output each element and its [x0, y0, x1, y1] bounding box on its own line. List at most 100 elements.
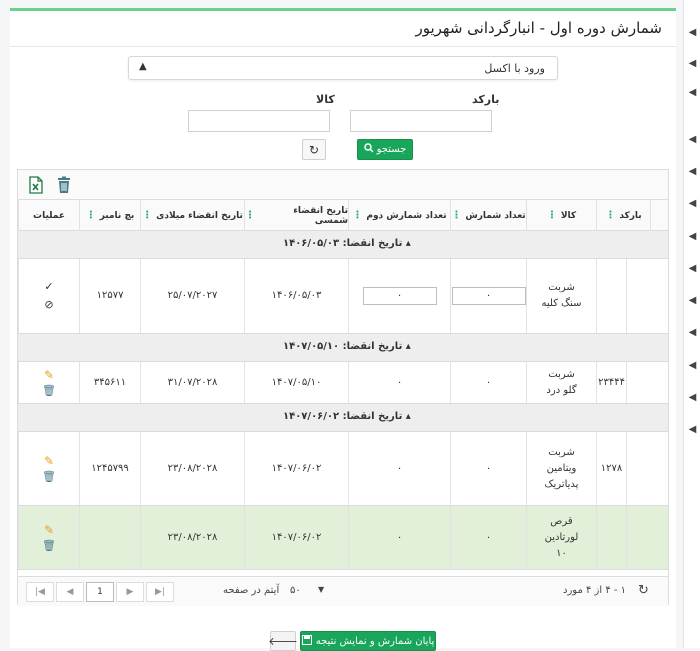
table-row[interactable]: قرص لورتادین ۱۰ ۰ ۰ ۱۴۰۷/۰۶/۰۲ ۲۳/۰۸/۲۰۲۸ ✎ 🗑 [18, 506, 668, 570]
confirm-icon[interactable]: ✓ [44, 279, 53, 295]
group-row[interactable]: ▴ تاریخ انقضا: ۱۴۰۷/۰۵/۱۰ [18, 334, 668, 362]
back-button[interactable]: 🡐 [268, 631, 298, 651]
rail-chevron-icon[interactable]: ◀ [684, 49, 700, 77]
page-title: شمارش دوره اول - انبارگردانی شهریور [415, 19, 662, 37]
cell-count: ۰ [450, 362, 526, 403]
edit-icon[interactable]: ✎ [44, 454, 54, 468]
rail-chevron-icon[interactable]: ◀ [684, 415, 700, 443]
rail-chevron-icon[interactable]: ◀ [684, 351, 700, 379]
table-row[interactable]: ۲۳۴۴۴ شربت گلو درد ۰ ۰ ۱۴۰۷/۰۵/۱۰ ۳۱/۰۷/۲۰۲۸ ۳… [18, 362, 668, 404]
column-menu-icon[interactable]: ⋮ [352, 210, 362, 221]
column-header-count[interactable]: تعداد شمارش ⋮ [450, 200, 526, 231]
column-header-goods[interactable]: کالا ⋮ [526, 200, 596, 231]
rail-chevron-icon[interactable]: ◀ [684, 189, 700, 217]
table-row[interactable]: ۱۲۷۸ شربت ویتامین پدیاتریک ۰ ۰ ۱۴۰۷/۰۶/۰۲ ۲۳/… [18, 432, 668, 506]
column-menu-icon[interactable]: ⋮ [605, 210, 615, 221]
rail-chevron-icon[interactable]: ◀ [684, 78, 700, 106]
barcode-input[interactable] [350, 110, 492, 132]
page-size-select[interactable]: ۵۰ [290, 585, 301, 596]
delete-icon[interactable]: 🗑 [42, 539, 56, 553]
rail-chevron-icon[interactable]: ◀ [684, 318, 700, 346]
cell-exp-shamsi: ۱۴۰۷/۰۶/۰۲ [244, 506, 348, 569]
rail-chevron-icon[interactable]: ◀ [684, 383, 700, 411]
column-header-label: بچ نامبر [99, 210, 135, 221]
main-panel: شمارش دوره اول - انبارگردانی شهریور ورود… [10, 8, 676, 651]
column-header-label: تعداد شمارش [465, 210, 526, 221]
cell-goods: شربت گلو درد [526, 362, 596, 403]
column-header-spacer [650, 200, 668, 231]
column-menu-icon[interactable]: ⋮ [451, 210, 461, 221]
column-header-exp-miladi[interactable]: تاریخ انقضاء میلادی ⋮ [140, 200, 244, 231]
chevron-up-icon: ▲ [139, 61, 147, 72]
cell-exp-miladi: ۲۵/۰۷/۲۰۲۷ [140, 259, 244, 333]
delete-icon[interactable]: 🗑 [42, 384, 56, 398]
column-menu-icon[interactable]: ⋮ [245, 210, 255, 221]
cell-text: ۱۲۵۷۷ [96, 290, 124, 301]
column-header-barcode[interactable]: بارکد ⋮ [596, 200, 650, 231]
cell-barcode: ۱۲۷۸ [596, 432, 626, 505]
column-header-count2[interactable]: تعداد شمارش دوم ⋮ [348, 200, 450, 231]
cell-count: ۰ [450, 506, 526, 569]
edit-icon[interactable]: ✎ [44, 368, 54, 382]
finish-count-button[interactable]: پایان شمارش و نمایش نتیجه [300, 631, 436, 651]
excel-import-label: ورود با اکسل [484, 62, 545, 75]
cell-count2: ۰ [348, 432, 450, 505]
excel-export-icon[interactable] [28, 176, 46, 194]
rail-chevron-icon[interactable]: ◀ [684, 222, 700, 250]
chevron-down-icon[interactable]: ▼ [318, 585, 324, 594]
first-page-button[interactable]: |◀ [26, 582, 54, 602]
excel-import-toggle[interactable]: ورود با اکسل ▲ [128, 56, 558, 80]
rail-chevron-icon[interactable]: ◀ [684, 125, 700, 153]
cell-count2: ۰ [348, 362, 450, 403]
cell-text: ۱۲۷۸ [600, 462, 623, 474]
cell-goods: شربت سنگ کلیه [526, 259, 596, 333]
goods-label: کالا [316, 93, 335, 106]
count2-input[interactable]: ۰ [362, 287, 437, 305]
cell-spacer [626, 259, 650, 333]
rail-chevron-icon[interactable]: ◀ [684, 18, 700, 46]
cell-operations: ✓ ⊘ [18, 259, 79, 333]
cell-text: شربت سنگ کلیه [541, 282, 582, 309]
column-header-batch[interactable]: بچ نامبر ⋮ [79, 200, 140, 231]
cell-goods: شربت ویتامین پدیاتریک [526, 432, 596, 505]
cell-exp-miladi: ۳۱/۰۷/۲۰۲۸ [140, 362, 244, 403]
pager: |◀ ◀ 1 ▶ ▶| آیتم در صفحه ۵۰ ▼ ۱ - ۴ از ۴… [18, 576, 668, 606]
cell-spacer [626, 506, 650, 569]
column-menu-icon[interactable]: ⋮ [142, 210, 152, 221]
cancel-icon[interactable]: ⊘ [44, 297, 53, 313]
next-page-button[interactable]: ▶ [116, 582, 144, 602]
cell-operations: ✎ 🗑 [18, 362, 79, 403]
rail-chevron-icon[interactable]: ◀ [684, 286, 700, 314]
group-row[interactable]: ▴ تاریخ انقضا: ۱۴۰۷/۰۶/۰۲ [18, 404, 668, 432]
refresh-icon[interactable]: ↻ [638, 583, 649, 598]
count-input[interactable]: ۰ [451, 287, 526, 305]
page-size-label: آیتم در صفحه [223, 585, 280, 596]
search-button-label: جستجو [376, 144, 407, 155]
column-menu-icon[interactable]: ⋮ [547, 210, 557, 221]
cell-text: ۱۴۰۶/۰۵/۰۳ [271, 290, 322, 301]
table-row[interactable]: شربت سنگ کلیه ۰ ۰ ۱۴۰۶/۰۵/۰۳ ۲۵/۰۷/۲۰۲۷ ۱۲۵۷۷… [18, 259, 668, 334]
reset-button[interactable]: ↻ [302, 139, 326, 160]
search-button[interactable]: جستجو [357, 139, 413, 160]
group-row[interactable]: ▴ تاریخ انقضا: ۱۴۰۶/۰۵/۰۳ [18, 231, 668, 259]
cell-barcode: ۲۳۴۴۴ [596, 362, 626, 403]
trash-icon[interactable] [56, 176, 74, 194]
column-header-label: کالا [560, 210, 577, 221]
delete-icon[interactable]: 🗑 [42, 470, 56, 484]
current-page-button[interactable]: 1 [86, 582, 114, 602]
rail-chevron-icon[interactable]: ◀ [684, 254, 700, 282]
cell-text: ۰ [396, 531, 403, 543]
last-page-button[interactable]: ▶| [146, 582, 174, 602]
rail-chevron-icon[interactable]: ◀ [684, 157, 700, 185]
column-header-operations[interactable]: عملیات [18, 200, 79, 231]
column-header-exp-shamsi[interactable]: تاریخ انقضاء شمسی ⋮ [244, 200, 348, 231]
prev-page-button[interactable]: ◀ [56, 582, 84, 602]
cell-exp-shamsi: ۱۴۰۷/۰۶/۰۲ [244, 432, 348, 505]
goods-input[interactable] [188, 110, 330, 132]
search-icon [363, 143, 374, 156]
edit-icon[interactable]: ✎ [44, 523, 54, 537]
column-menu-icon[interactable]: ⋮ [86, 210, 96, 221]
cell-text: ۲۳/۰۸/۲۰۲۸ [167, 462, 218, 474]
cell-batch: ۱۲۴۵۷۹۹ [79, 432, 140, 505]
group-label: ▴ تاریخ انقضا: ۱۴۰۶/۰۵/۰۳ [283, 238, 411, 249]
